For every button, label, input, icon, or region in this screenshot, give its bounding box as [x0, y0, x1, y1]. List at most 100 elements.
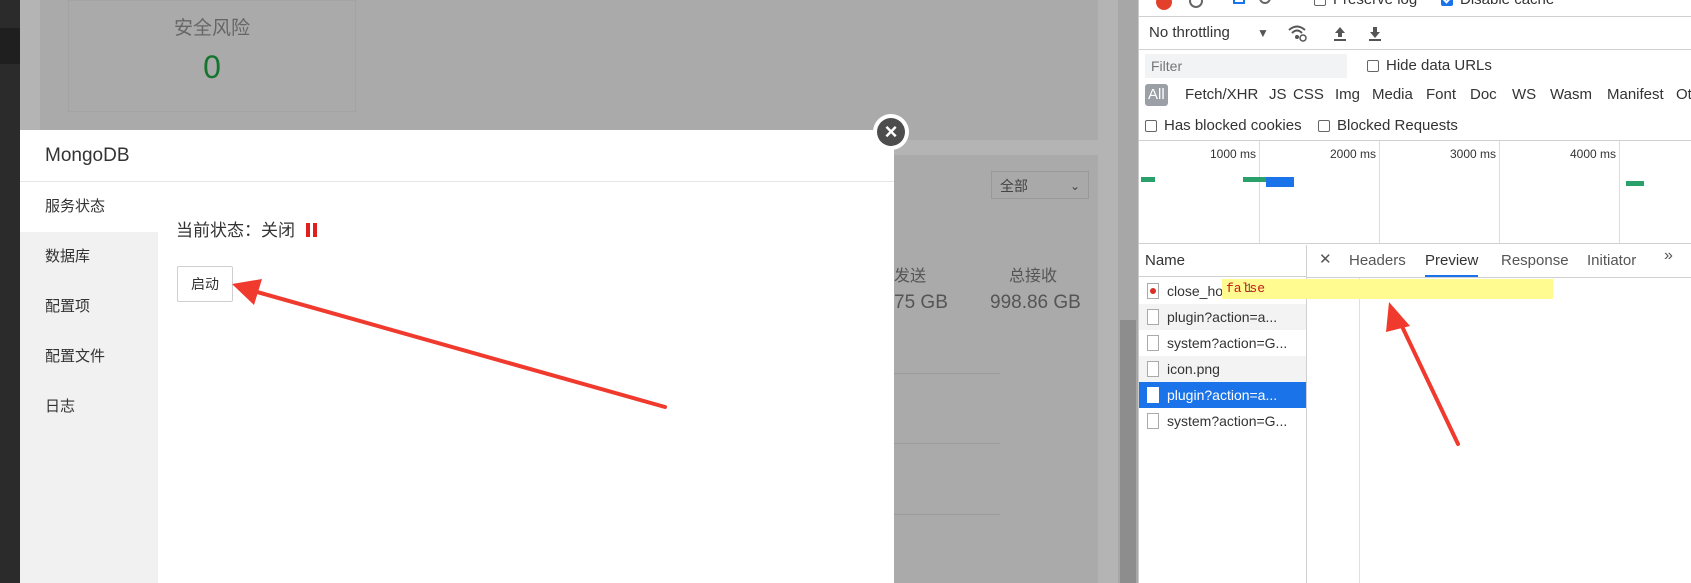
blocked-requests-checkbox[interactable]: Blocked Requests	[1318, 117, 1458, 134]
timeline-gridline	[1499, 141, 1500, 243]
tab-preview[interactable]: Preview	[1425, 245, 1479, 277]
risk-card: 安全风险 0	[68, 0, 356, 112]
type-filter-css[interactable]: CSS	[1293, 84, 1324, 106]
hide-data-urls-checkbox[interactable]: Hide data URLs	[1367, 57, 1492, 74]
receive-value: 998.86 GB	[990, 292, 1081, 313]
tab-response[interactable]: Response	[1501, 245, 1569, 277]
has-blocked-cookies-checkbox[interactable]: Has blocked cookies	[1145, 117, 1302, 134]
filter-input[interactable]	[1145, 54, 1347, 78]
type-filter-img[interactable]: Img	[1335, 84, 1360, 106]
chevron-down-icon: ⌄	[1069, 179, 1080, 193]
timeline-gridline	[1259, 141, 1260, 243]
type-filter-ws[interactable]: WS	[1512, 84, 1536, 106]
throttling-select[interactable]: No throttling	[1149, 24, 1230, 41]
mongodb-modal: MongoDB 服务状态 数据库 配置项 配置文件 日志 当前状态：关闭 启动	[20, 130, 894, 583]
type-filter-all[interactable]: All	[1145, 84, 1168, 106]
send-value: 75 GB	[894, 292, 948, 313]
timeline-gridline	[1379, 141, 1380, 243]
timeline-tick-label: 4000 ms	[1570, 147, 1617, 161]
import-har-icon[interactable]	[1332, 24, 1348, 42]
service-status: 当前状态：关闭	[176, 216, 318, 241]
close-detail-icon[interactable]: ✕	[1319, 250, 1332, 268]
timeline-gridline	[1619, 141, 1620, 243]
filter-icon[interactable]	[1233, 0, 1245, 4]
request-name: plugin?action=a...	[1167, 309, 1278, 325]
timeline-bar	[1243, 177, 1267, 182]
modal-title: MongoDB	[45, 145, 130, 166]
tab-headers[interactable]: Headers	[1349, 245, 1406, 277]
export-har-icon[interactable]	[1367, 24, 1383, 42]
category-select-value: 全部	[1000, 178, 1028, 194]
more-tabs-icon[interactable]: »	[1664, 247, 1673, 265]
checkbox-icon	[1318, 120, 1330, 133]
start-button[interactable]: 启动	[177, 266, 233, 302]
close-icon: ×	[877, 118, 905, 146]
checkbox-icon	[1367, 60, 1379, 73]
document-icon	[1147, 335, 1159, 351]
request-name: system?action=G...	[1167, 413, 1288, 429]
divider	[894, 373, 1000, 374]
pause-icon	[305, 222, 318, 237]
caret-down-icon: ▼	[1257, 26, 1269, 40]
timeline-bar	[1141, 177, 1155, 182]
type-filter-media[interactable]: Media	[1372, 84, 1413, 106]
sidebar-item-log[interactable]: 日志	[20, 382, 158, 432]
has-blocked-cookies-label: Has blocked cookies	[1164, 117, 1302, 134]
send-label: 发送	[894, 268, 927, 285]
receive-label: 总接收	[1009, 268, 1058, 285]
network-timeline[interactable]: 1000 ms 2000 ms 3000 ms 4000 ms	[1139, 140, 1691, 244]
preview-value: false	[1226, 281, 1266, 296]
preserve-log-label: Preserve log	[1333, 0, 1417, 8]
document-icon	[1147, 387, 1159, 403]
preserve-log-checkbox[interactable]: Preserve log	[1314, 0, 1417, 8]
checkbox-icon	[1314, 0, 1326, 7]
timeline-tick-label: 2000 ms	[1330, 147, 1377, 161]
type-filter-wasm[interactable]: Wasm	[1550, 84, 1592, 106]
sidebar-item-service-status[interactable]: 服务状态	[20, 182, 158, 232]
blocked-requests-label: Blocked Requests	[1337, 117, 1458, 134]
sidebar-item-database[interactable]: 数据库	[20, 232, 158, 282]
category-select[interactable]: 全部 ⌄	[991, 171, 1089, 199]
network-conditions-icon[interactable]	[1287, 24, 1307, 42]
disable-cache-checkbox[interactable]: Disable cache	[1441, 0, 1554, 8]
line-gutter	[1307, 278, 1360, 583]
divider	[894, 443, 1000, 444]
type-filter-manifest[interactable]: Manifest	[1607, 84, 1664, 106]
risk-label: 安全风险	[173, 18, 250, 39]
tab-initiator[interactable]: Initiator	[1587, 245, 1636, 277]
type-filter-doc[interactable]: Doc	[1470, 84, 1497, 106]
modal-sidebar: 服务状态 数据库 配置项 配置文件 日志	[20, 182, 158, 583]
request-row-selected[interactable]: plugin?action=a...	[1139, 382, 1306, 408]
disable-cache-label: Disable cache	[1460, 0, 1554, 8]
risk-value: 0	[203, 49, 221, 85]
timeline-tick-label: 3000 ms	[1450, 147, 1497, 161]
timeline-tick-label: 1000 ms	[1210, 147, 1257, 161]
request-name: plugin?action=a...	[1167, 387, 1278, 403]
highlighted-line	[1222, 279, 1553, 299]
document-icon	[1147, 413, 1159, 429]
divider	[894, 514, 1000, 515]
status-text: 当前状态：关闭	[176, 221, 295, 240]
request-row[interactable]: plugin?action=a...	[1139, 304, 1306, 330]
modal-close-button[interactable]: ×	[873, 114, 909, 150]
type-filter-font[interactable]: Font	[1426, 84, 1456, 106]
request-name: system?action=G...	[1167, 335, 1288, 351]
timeline-bar	[1626, 181, 1644, 186]
document-icon	[1147, 309, 1159, 325]
type-filter-other[interactable]: Other	[1676, 84, 1691, 106]
type-filter-js[interactable]: JS	[1269, 84, 1287, 106]
hide-data-urls-label: Hide data URLs	[1386, 57, 1492, 74]
image-icon	[1147, 361, 1159, 377]
request-row[interactable]: icon.png	[1139, 356, 1306, 382]
left-dark-strip	[0, 0, 20, 583]
page-scrollbar-thumb[interactable]	[1120, 320, 1136, 583]
request-row[interactable]: system?action=G...	[1139, 330, 1306, 356]
name-column-header[interactable]: Name	[1139, 245, 1306, 277]
sidebar-item-config[interactable]: 配置项	[20, 282, 158, 332]
timeline-bar	[1266, 177, 1294, 187]
sidebar-item-config-file[interactable]: 配置文件	[20, 332, 158, 382]
request-row[interactable]: system?action=G...	[1139, 408, 1306, 434]
request-name: icon.png	[1167, 361, 1220, 377]
type-filter-fetch-xhr[interactable]: Fetch/XHR	[1185, 84, 1258, 106]
checkbox-checked-icon	[1441, 0, 1453, 7]
